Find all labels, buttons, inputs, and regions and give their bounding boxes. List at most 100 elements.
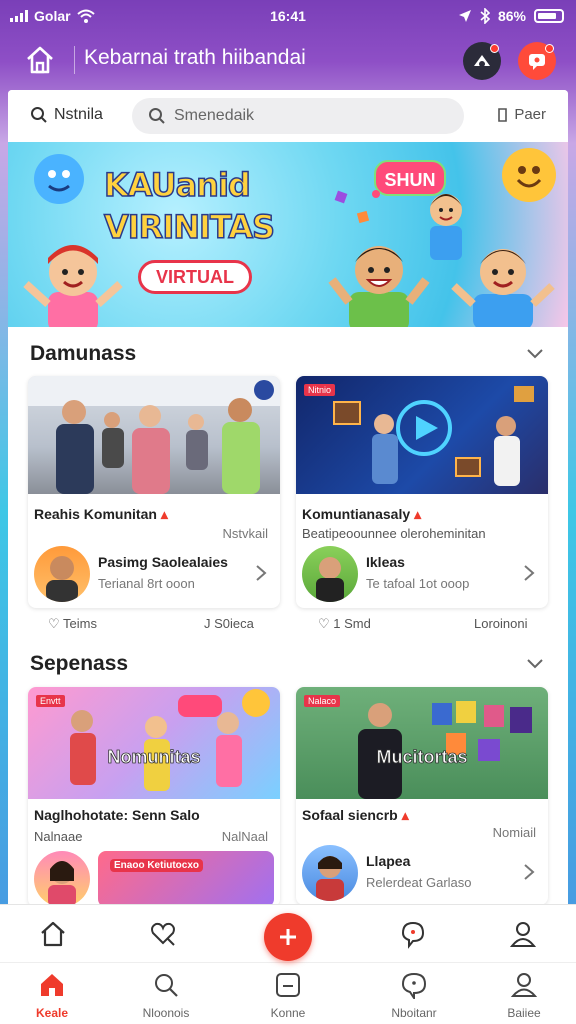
filter-search-link[interactable]: Nstnila — [30, 106, 103, 124]
author-subtitle: Relerdeat Garlaso — [366, 875, 472, 890]
search-input[interactable] — [174, 107, 434, 125]
camera-button[interactable] — [463, 42, 501, 80]
battery-percent: 86% — [497, 8, 526, 24]
card-title: Reahis Komunitan ▴ — [34, 506, 168, 522]
tab-home[interactable]: Keale — [12, 971, 92, 1020]
page-link[interactable]: Paer — [496, 106, 546, 123]
tab-community-label: Konne — [270, 1006, 306, 1020]
page-link-label: Paer — [514, 106, 546, 123]
home-icon[interactable] — [38, 919, 68, 949]
author-subtitle: Te tafoal 1ot ooop — [366, 576, 470, 591]
banner-title-line2: VIRINITAS — [103, 207, 276, 247]
confetti-icon — [334, 190, 380, 224]
user-icon[interactable] — [508, 919, 538, 949]
profile-icon — [510, 973, 538, 997]
tab-search[interactable]: Nloonois — [126, 971, 206, 1020]
chevron-right-icon — [524, 864, 535, 880]
promo-banner-label: Enaoo Ketiutocxo — [110, 859, 204, 872]
tab-notifications-label: Nboitanr — [391, 1006, 437, 1020]
main-content: Nstnila Paer KAUanid VIRINITAS VIRTUAL S… — [8, 90, 568, 1024]
page-icon — [498, 107, 508, 122]
card-author[interactable]: Llapea Relerdeat Garlaso — [302, 845, 542, 905]
tab-community[interactable]: Konne — [248, 971, 328, 1020]
heart-search-icon[interactable] — [148, 919, 178, 949]
card-title: Naglhohotate: Senn Salo — [34, 807, 200, 823]
yellow-emoji-icon — [502, 148, 556, 202]
search-row: Nstnila Paer — [8, 90, 568, 142]
home-icon — [41, 974, 63, 996]
card-subtitle: Beatipeoounnee oleroheminitan — [302, 526, 486, 541]
search-icon — [31, 107, 47, 123]
create-post-button[interactable] — [264, 913, 312, 961]
tab-search-label: Nloonois — [142, 1006, 190, 1020]
bubble-icon — [401, 972, 427, 1002]
card-meta: NalNaal — [221, 829, 268, 844]
action-bar — [0, 905, 576, 963]
avatar — [34, 546, 90, 602]
battery-icon — [534, 9, 564, 23]
square-chat-icon — [276, 973, 300, 997]
card-author[interactable]: Pasimg Saolealaies Terianal 8rt ooon — [34, 546, 274, 608]
card-meta: Nstvkail — [222, 526, 268, 541]
promo-banner[interactable]: Enaoo Ketiutocxo — [98, 851, 274, 907]
card-author[interactable]: Ikleas Te tafoal 1ot ooop — [302, 546, 542, 608]
card-tag: Nitnio — [304, 384, 336, 396]
feed-card[interactable]: Envtt Nomunitas Naglhohotate: Senn Salo … — [28, 687, 280, 907]
app-header: Kebarnai trath hiibandai — [0, 36, 576, 88]
hero-banner[interactable]: KAUanid VIRINITAS VIRTUAL SHUN — [8, 142, 568, 327]
shares-label: 1 Smd — [333, 616, 371, 631]
cartoon-boy-small — [430, 194, 462, 260]
likes-label: Teims — [63, 616, 97, 631]
location-stat: Loroinoni — [474, 616, 528, 631]
section-title-2: Sepenass — [30, 652, 129, 675]
tab-home-label: Keale — [35, 1006, 69, 1020]
likes-stat[interactable]: ♡ Teims — [48, 616, 97, 632]
thumbnail-caption: Nomunitas — [107, 747, 201, 768]
feed-card[interactable]: Reahis Komunitan ▴ Nstvkail Pasimg Saolea… — [28, 376, 280, 608]
message-button[interactable] — [518, 42, 556, 80]
blue-emoji-icon — [34, 154, 84, 204]
chat-bubble-icon[interactable] — [398, 919, 428, 949]
like-icon: ♡ — [48, 616, 60, 631]
feed-card[interactable]: Nalaco Mucitortas Sofaal siencrb ▴ Nomiai… — [296, 687, 548, 905]
message-icon — [529, 54, 545, 70]
page-title: Kebarnai trath hiibandai — [84, 46, 306, 69]
card-thumbnail: Envtt Nomunitas — [28, 687, 280, 799]
shares-stat[interactable]: ♡ 1 Smd — [318, 616, 371, 632]
search-box[interactable] — [132, 98, 464, 134]
tab-notifications[interactable]: Nboitanr — [374, 971, 454, 1020]
bookmark-icon[interactable] — [254, 380, 274, 400]
author-name: Ikleas — [366, 554, 405, 570]
card-title: Komuntianasaly ▴ — [302, 506, 422, 522]
card-thumbnail: Nalaco Mucitortas — [296, 687, 548, 799]
status-bar: Golar 16:41 86% — [0, 0, 576, 32]
search-icon — [149, 108, 165, 124]
tab-profile-label: Baiiee — [507, 1006, 541, 1020]
thumbnail-caption: Mucitortas — [376, 747, 468, 768]
avatar — [302, 845, 358, 901]
author-name: Pasimg Saolealaies — [98, 554, 228, 570]
chevron-down-icon[interactable] — [526, 344, 544, 362]
message-dot — [545, 44, 554, 53]
home-button[interactable] — [22, 42, 58, 78]
author-name: Llapea — [366, 853, 411, 869]
notification-dot — [490, 44, 499, 53]
tab-profile[interactable]: Baiiee — [484, 971, 564, 1020]
feed-card[interactable]: Nitnio Komuntianasaly ▴ Beatipeoounnee ol… — [296, 376, 548, 608]
chevron-right-icon — [524, 565, 535, 581]
like-icon: ♡ — [318, 616, 330, 631]
fire-icon: ▴ — [414, 506, 422, 522]
home-icon — [27, 46, 53, 74]
search-icon — [155, 974, 178, 997]
chevron-down-icon[interactable] — [526, 654, 544, 672]
cartoon-boy-left — [23, 245, 123, 327]
card-title: Sofaal siencrb ▴ — [302, 807, 409, 823]
author-subtitle: Terianal 8rt ooon — [98, 576, 195, 591]
avatar — [302, 546, 358, 602]
chevron-right-icon — [256, 565, 267, 581]
banner-pill: VIRTUAL — [138, 260, 252, 294]
camera-icon — [474, 55, 490, 67]
comments-stat: J S0ieca — [204, 616, 254, 631]
header-divider — [74, 46, 75, 74]
section-title-1: Damunass — [30, 342, 137, 365]
